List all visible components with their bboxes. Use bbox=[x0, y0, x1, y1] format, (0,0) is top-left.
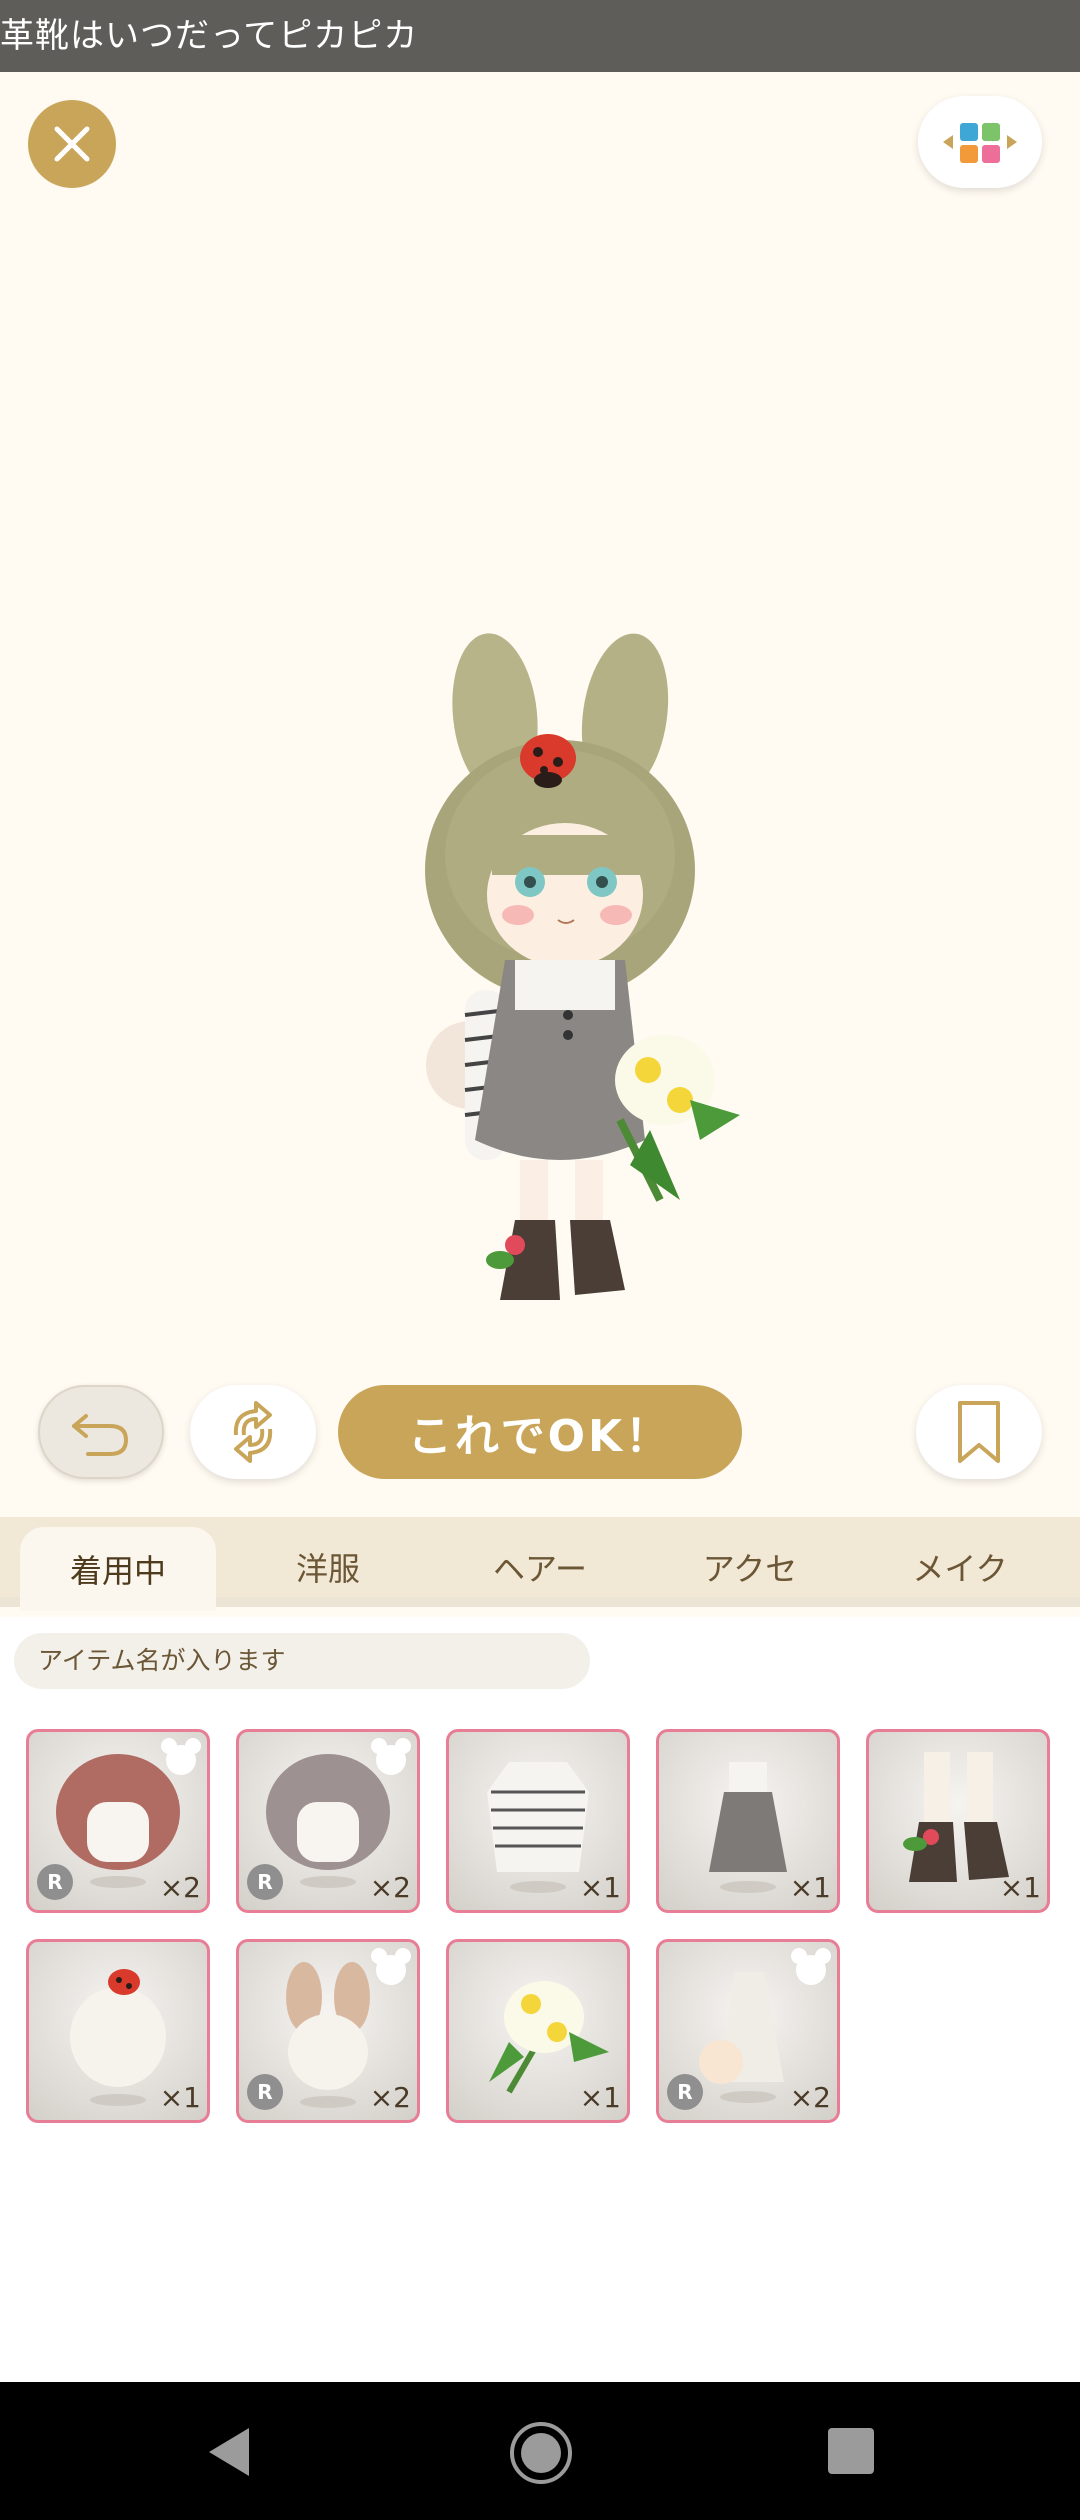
bear-icon bbox=[161, 1738, 201, 1775]
back-icon[interactable] bbox=[203, 2424, 255, 2480]
item-fluffy-tail[interactable]: R ×2 bbox=[656, 1939, 840, 2123]
refresh-button[interactable] bbox=[190, 1385, 316, 1479]
confirm-ok-button[interactable]: これでOK！ bbox=[338, 1385, 742, 1479]
bear-icon bbox=[791, 1948, 831, 1985]
close-icon bbox=[54, 126, 90, 162]
undo-icon bbox=[72, 1414, 129, 1456]
item-ladybug-hair-accessory[interactable]: ×1 bbox=[26, 1939, 210, 2123]
bookmark-icon bbox=[958, 1401, 1000, 1463]
rarity-badge: R bbox=[667, 2074, 703, 2110]
item-count: ×1 bbox=[579, 1871, 621, 1904]
item-flower-bouquet[interactable]: ×1 bbox=[446, 1939, 630, 2123]
rarity-badge: R bbox=[247, 1864, 283, 1900]
bear-icon bbox=[371, 1948, 411, 1985]
item-name-field: アイテム名が入ります bbox=[14, 1633, 590, 1689]
system-navigation-bar bbox=[0, 2382, 1080, 2520]
tab-clothes[interactable]: 洋服 bbox=[230, 1527, 426, 1607]
item-bunny-ears[interactable]: R ×2 bbox=[236, 1939, 420, 2123]
tab-wearing[interactable]: 着用中 bbox=[20, 1527, 216, 1611]
item-count: ×2 bbox=[369, 1871, 411, 1904]
bookmark-button[interactable] bbox=[916, 1385, 1042, 1479]
bear-icon bbox=[371, 1738, 411, 1775]
palette-button[interactable] bbox=[918, 96, 1042, 188]
item-panel: アイテム名が入ります R ×2 R ×2 ×1 ×1 ×1 ×1 R ×2 ×1… bbox=[0, 1617, 1080, 2382]
item-count: ×1 bbox=[579, 2081, 621, 2114]
item-count: ×2 bbox=[789, 2081, 831, 2114]
item-striped-shirt[interactable]: ×1 bbox=[446, 1729, 630, 1913]
item-count: ×2 bbox=[369, 2081, 411, 2114]
tab-hair[interactable]: ヘアー bbox=[442, 1527, 638, 1607]
tab-accessories[interactable]: アクセ bbox=[652, 1527, 848, 1607]
rarity-badge: R bbox=[37, 1864, 73, 1900]
item-gray-pinafore-dress[interactable]: ×1 bbox=[656, 1729, 840, 1913]
home-icon[interactable] bbox=[508, 2420, 574, 2486]
item-count: ×1 bbox=[159, 2081, 201, 2114]
palette-icon bbox=[943, 123, 1017, 163]
category-tab-bar: 着用中 洋服 ヘアー アクセ メイク bbox=[0, 1517, 1080, 1611]
avatar-character bbox=[425, 633, 740, 1300]
close-button[interactable] bbox=[28, 100, 116, 188]
rarity-badge: R bbox=[247, 2074, 283, 2110]
item-hair-red-bob[interactable]: R ×2 bbox=[26, 1729, 210, 1913]
refresh-icon bbox=[233, 1401, 273, 1463]
item-count: ×1 bbox=[999, 1871, 1041, 1904]
item-hair-gray-bob[interactable]: R ×2 bbox=[236, 1729, 420, 1913]
undo-button[interactable] bbox=[38, 1385, 164, 1479]
recent-apps-icon[interactable] bbox=[828, 2428, 874, 2474]
window-title: 革靴はいつだってピカピカ bbox=[0, 0, 1080, 72]
item-flower-lace-boots[interactable]: ×1 bbox=[866, 1729, 1050, 1913]
tab-makeup[interactable]: メイク bbox=[862, 1527, 1058, 1607]
item-count: ×1 bbox=[789, 1871, 831, 1904]
item-count: ×2 bbox=[159, 1871, 201, 1904]
